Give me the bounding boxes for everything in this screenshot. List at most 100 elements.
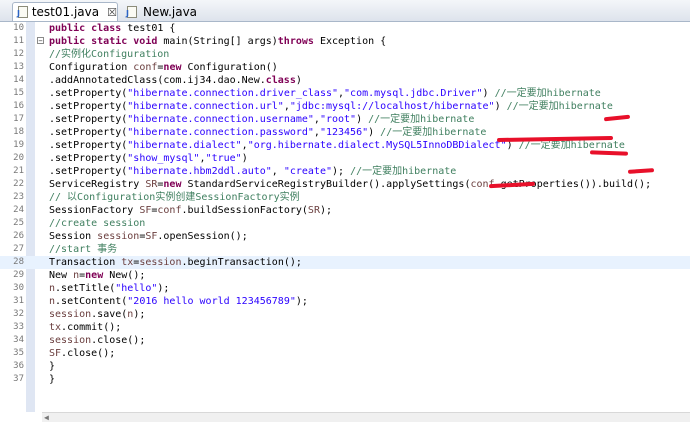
code-token: ); [319,205,333,216]
code-line[interactable]: 13 Configuration conf=new Configuration() [0,61,690,74]
code-token: .beginTransaction(); [181,257,302,268]
code-token: SR [307,205,320,216]
code-line[interactable]: 36} [0,360,690,373]
code-line[interactable]: 10 public class test01 { [0,22,690,35]
code-line[interactable]: 19 .setProperty("hibernate.dialect","org.… [0,139,690,152]
code-text: //实例化Configuration [49,48,169,61]
code-text: .setProperty("hibernate.connection.url",… [49,100,613,113]
code-token: "hibernate.hbm2ddl.auto" [127,166,272,177]
code-text: session.save(n); [49,308,145,321]
code-line[interactable]: 30 n.setTitle("hello"); [0,282,690,295]
code-token: "hibernate.connection.password" [127,127,314,138]
code-token: Configuration [49,62,134,73]
code-token: //create session [49,218,146,229]
code-token: SR [145,179,158,190]
code-token: "hibernate.dialect" [127,140,242,151]
code-text: tx.commit(); [49,321,121,334]
code-token: "root" [319,114,357,125]
code-line[interactable]: 26 Session session=SF.openSession(); [0,230,690,243]
code-token: .buildSessionFactory( [181,205,308,216]
code-text: .addAnnotatedClass(com.ij34.dao.New.clas… [49,74,302,87]
code-text: Transaction tx=session.beginTransaction(… [49,256,302,269]
fold-toggle-icon[interactable]: − [37,37,44,45]
code-text: } [49,373,55,386]
code-line[interactable]: 12 //实例化Configuration [0,48,690,61]
code-line[interactable]: 24 SessionFactory SF=conf.buildSessionFac… [0,204,690,217]
line-number: 10 [13,23,24,33]
java-file-icon: J [17,6,28,18]
code-token: ) [368,127,381,138]
java-file-icon: J [126,5,138,18]
tab-test01-java[interactable]: J test01.java ☒ [12,2,118,21]
code-token: //start 事务 [49,244,118,255]
code-text: public class test01 { [49,22,175,35]
code-token: "hello" [115,283,158,294]
code-token: ) [494,101,507,112]
code-token: "hibernate.connection.username" [127,114,314,125]
line-number: 24 [13,205,24,215]
code-line[interactable]: 32 session.save(n); [0,308,690,321]
code-token: "org.hibernate.dialect.MySQL5InnoDBDiale… [247,140,507,151]
code-editor[interactable]: 10 public class test01 {11 − public static … [0,22,690,422]
line-number: 34 [13,335,24,345]
line-number: 37 [13,374,24,384]
line-number: 13 [13,62,24,72]
code-line[interactable]: 29 New n=new New(); [0,269,690,282]
code-token: } [49,361,56,372]
code-text: ServiceRegistry SR=new StandardServiceRe… [49,178,651,191]
code-line[interactable]: 17 .setProperty("hibernate.connection.use… [0,113,690,126]
code-token: .addAnnotatedClass(com.ij34.dao.New. [49,75,266,86]
line-number: 19 [13,140,24,150]
code-line[interactable]: 27 //start 事务 [0,243,690,256]
line-number: 23 [13,192,24,202]
code-line[interactable]: 34 session.close(); [0,334,690,347]
code-token: ) [356,114,369,125]
line-number: 26 [13,231,24,241]
code-token: SF [49,348,62,359]
code-token: ) [482,88,495,99]
code-token: "jdbc:mysql://localhost/hibernate" [289,101,495,112]
code-token: new [163,179,188,190]
code-token: .commit(); [61,322,122,333]
code-token: .setProperty( [49,153,128,164]
code-token: Session [49,231,98,242]
code-line[interactable]: 15 .setProperty("hibernate.connection.dri… [0,87,690,100]
code-line[interactable]: 20 .setProperty("show_mysql","true") [0,152,690,165]
code-line[interactable]: 21 .setProperty("hibernate.hbm2ddl.auto",… [0,165,690,178]
code-token: Exception { [319,36,387,47]
line-number: 16 [13,101,24,111]
code-text: SessionFactory SF=conf.buildSessionFacto… [49,204,332,217]
code-line[interactable]: 25 //create session [0,217,690,230]
code-token: // 以Configuration实例创建SessionFactory实例 [49,192,300,203]
code-token: .setProperty( [49,166,128,177]
line-number: 27 [13,244,24,254]
code-token: .setProperty( [49,101,128,112]
code-token: "2016 hello world 123456789" [127,296,296,307]
code-text: .setProperty("hibernate.hbm2ddl.auto", "… [49,165,456,178]
line-number: 20 [13,153,24,163]
code-token: "hibernate.connection.driver_class" [127,88,338,99]
code-line[interactable]: 14 .addAnnotatedClass(com.ij34.dao.New.cl… [0,74,690,87]
code-token: "create" [283,166,332,177]
line-number: 12 [13,49,24,59]
code-line[interactable]: 11 − public static void main(String[] args… [0,35,690,48]
code-line[interactable]: 33 tx.commit(); [0,321,690,334]
code-line[interactable]: 28 Transaction tx=session.beginTransactio… [0,256,690,269]
code-token: .setProperty( [49,127,128,138]
code-line[interactable]: 37} [0,373,690,386]
close-icon[interactable]: ☒ [107,6,117,19]
code-text: //create session [49,217,145,230]
code-line[interactable]: 31 n.setContent("2016 hello world 1234567… [0,295,690,308]
code-token: throws [277,36,320,47]
code-line[interactable]: 35 SF.close(); [0,347,690,360]
code-token: .setProperty( [49,140,128,151]
code-token: StandardServiceRegistryBuilder().applySe… [187,179,471,190]
code-line[interactable]: 16 .setProperty("hibernate.connection.url… [0,100,690,113]
tab-new-java[interactable]: J New.java [122,2,202,21]
code-line[interactable]: 23 // 以Configuration实例创建SessionFactory实例 [0,191,690,204]
code-token: New(); [109,270,146,281]
code-text: .setProperty("hibernate.connection.usern… [49,113,474,126]
code-token: .openSession(); [157,231,248,242]
code-token: "hibernate.connection.url" [127,101,284,112]
code-line[interactable]: 22 ServiceRegistry SR=new StandardService… [0,178,690,191]
